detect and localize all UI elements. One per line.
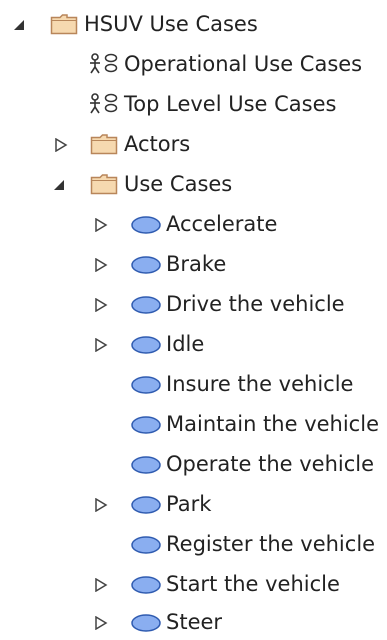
tree-node-label: HSUV Use Cases <box>84 12 258 36</box>
expand-arrow-icon[interactable] <box>94 578 108 592</box>
tree-node-hsuv-use-cases[interactable]: HSUV Use Cases <box>0 8 387 42</box>
use-case-diagram-icon <box>90 93 118 114</box>
expand-arrow-icon[interactable] <box>54 138 68 152</box>
use-case-icon <box>131 496 161 514</box>
tree-node-label: Top Level Use Cases <box>124 92 337 116</box>
use-case-icon <box>131 296 161 314</box>
tree-node-top-level-use-cases[interactable]: Top Level Use Cases <box>0 88 387 122</box>
use-case-icon <box>131 336 161 354</box>
use-case-icon <box>131 376 161 394</box>
folder-icon <box>90 174 118 195</box>
tree-node-use-case[interactable]: Start the vehicle <box>0 568 387 602</box>
expand-arrow-icon[interactable] <box>94 338 108 352</box>
tree-node-use-cases-folder[interactable]: Use Cases <box>0 168 387 202</box>
tree-node-use-case[interactable]: Steer <box>0 606 387 640</box>
tree-node-use-case[interactable]: Maintain the vehicle <box>0 408 387 442</box>
tree-node-label: Use Cases <box>124 172 233 196</box>
tree-node-label: Operational Use Cases <box>124 52 363 76</box>
tree-node-label: Brake <box>166 252 227 276</box>
tree-node-label: Start the vehicle <box>166 572 340 596</box>
project-browser-tree: HSUV Use Cases Operational Use Cases Top <box>0 0 387 640</box>
tree-node-label: Actors <box>124 132 191 156</box>
tree-node-operational-use-cases[interactable]: Operational Use Cases <box>0 48 387 82</box>
use-case-icon <box>131 256 161 274</box>
use-case-icon <box>131 456 161 474</box>
tree-node-use-case[interactable]: Register the vehicle <box>0 528 387 562</box>
tree-node-label: Operate the vehicle <box>166 452 375 476</box>
tree-node-label: Accelerate <box>166 212 278 236</box>
tree-node-label: Drive the vehicle <box>166 292 345 316</box>
use-case-icon <box>131 216 161 234</box>
expand-arrow-icon[interactable] <box>94 258 108 272</box>
folder-icon <box>50 14 78 35</box>
use-case-diagram-icon <box>90 53 118 74</box>
tree-node-label: Idle <box>166 332 205 356</box>
tree-node-use-case[interactable]: Drive the vehicle <box>0 288 387 322</box>
collapse-arrow-icon[interactable] <box>12 18 26 32</box>
expand-arrow-icon[interactable] <box>94 616 108 630</box>
use-case-icon <box>131 536 161 554</box>
tree-node-actors[interactable]: Actors <box>0 128 387 162</box>
collapse-arrow-icon[interactable] <box>52 178 66 192</box>
tree-node-use-case[interactable]: Operate the vehicle <box>0 448 387 482</box>
tree-node-label: Park <box>166 492 212 516</box>
tree-node-use-case[interactable]: Insure the vehicle <box>0 368 387 402</box>
tree-node-label: Register the vehicle <box>166 532 376 556</box>
expand-arrow-icon[interactable] <box>94 298 108 312</box>
tree-node-use-case[interactable]: Idle <box>0 328 387 362</box>
tree-node-use-case[interactable]: Brake <box>0 248 387 282</box>
tree-node-label: Insure the vehicle <box>166 372 354 396</box>
tree-node-label: Maintain the vehicle <box>166 412 379 436</box>
tree-node-use-case[interactable]: Park <box>0 488 387 522</box>
use-case-icon <box>131 614 161 632</box>
tree-node-label: Steer <box>166 610 223 634</box>
folder-icon <box>90 134 118 155</box>
use-case-icon <box>131 416 161 434</box>
expand-arrow-icon[interactable] <box>94 498 108 512</box>
use-case-icon <box>131 576 161 594</box>
expand-arrow-icon[interactable] <box>94 218 108 232</box>
tree-node-use-case[interactable]: Accelerate <box>0 208 387 242</box>
